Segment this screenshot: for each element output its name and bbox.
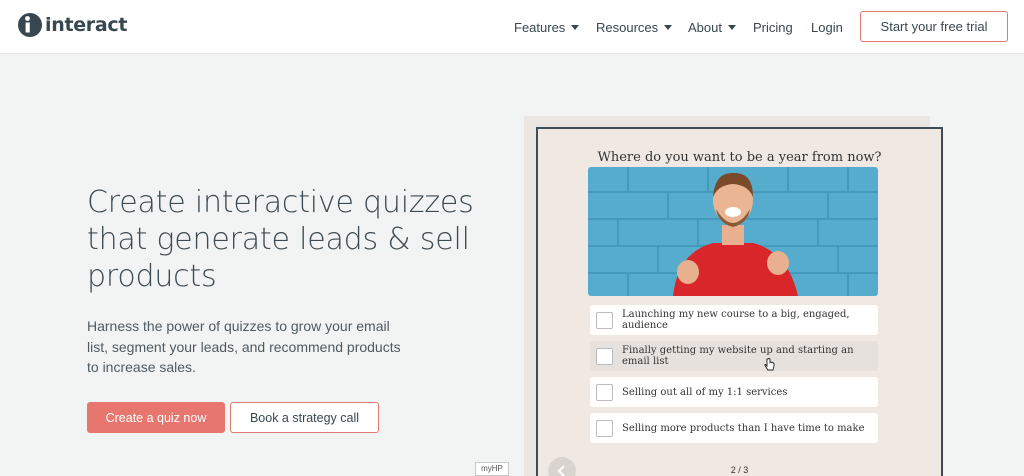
quiz-option-label: Launching my new course to a big, engage…: [622, 309, 850, 331]
nav-about[interactable]: About: [688, 0, 736, 54]
checkbox[interactable]: [596, 311, 613, 329]
caret-down-icon: [664, 24, 673, 30]
nav-login[interactable]: Login: [811, 0, 843, 54]
quiz-option[interactable]: Selling out all of my 1:1 services: [590, 377, 878, 407]
quiz-pager: 2 / 3: [730, 465, 749, 475]
hero-headline: Create interactive quizzes that generate…: [87, 185, 474, 294]
interact-logo-mark-icon: [18, 13, 42, 37]
logo[interactable]: interact: [18, 12, 127, 38]
hand-pointer-icon: [764, 358, 775, 371]
quiz-question: Where do you want to be a year from now?: [597, 150, 882, 165]
smiling-man-photo: [588, 167, 878, 296]
quiz-preview: Where do you want to be a year from now?: [536, 127, 943, 476]
nav-features[interactable]: Features: [514, 0, 580, 54]
nav-features-label: Features: [514, 19, 566, 35]
quiz-option-label: Selling out all of my 1:1 services: [622, 386, 788, 398]
quiz-option-label: Finally getting my website up and starti…: [622, 345, 854, 367]
quiz-option[interactable]: Selling more products than I have time t…: [590, 413, 878, 443]
quiz-option-label: Selling more products than I have time t…: [622, 422, 865, 434]
nav-pricing[interactable]: Pricing: [753, 0, 793, 54]
book-strategy-call-button[interactable]: Book a strategy call: [230, 402, 379, 433]
quiz-option[interactable]: Finally getting my website up and starti…: [590, 341, 878, 371]
quiz-image: [588, 167, 878, 296]
quiz-option[interactable]: Launching my new course to a big, engage…: [590, 305, 878, 335]
start-free-trial-button[interactable]: Start your free trial: [860, 11, 1008, 42]
logo-text: interact: [45, 14, 128, 36]
checkbox[interactable]: [596, 347, 613, 365]
myhp-badge: myHP: [475, 462, 509, 476]
site-header: interact Features Resources About Pricin…: [0, 0, 1024, 54]
create-quiz-button[interactable]: Create a quiz now: [87, 402, 225, 433]
nav-about-label: About: [688, 19, 722, 35]
checkbox[interactable]: [596, 383, 613, 401]
checkbox[interactable]: [596, 419, 613, 437]
nav-pricing-label: Pricing: [753, 19, 793, 35]
caret-down-icon: [571, 24, 580, 30]
caret-down-icon: [727, 24, 736, 30]
nav-resources[interactable]: Resources: [596, 0, 673, 54]
nav-resources-label: Resources: [596, 19, 659, 35]
nav-login-label: Login: [811, 19, 843, 35]
hero-subtext: Harness the power of quizzes to grow you…: [87, 318, 401, 375]
